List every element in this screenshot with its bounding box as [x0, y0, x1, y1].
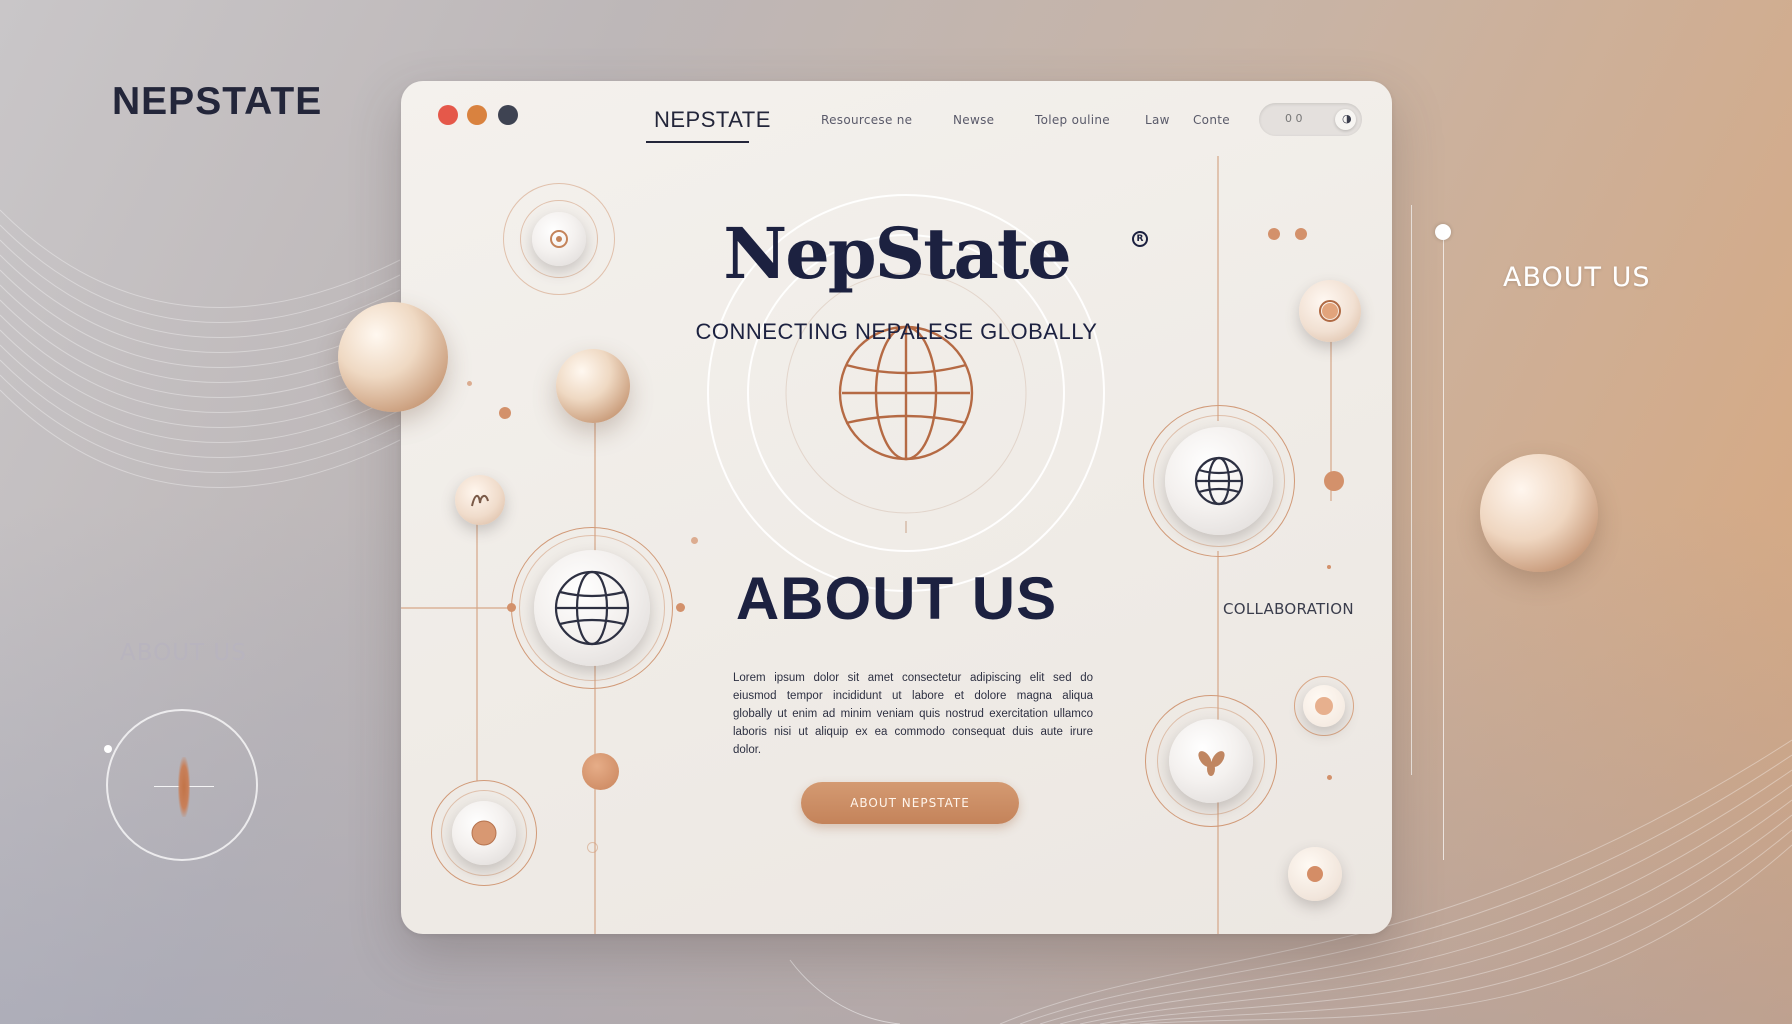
background-brand: NEPSTATE	[112, 80, 323, 123]
decor-dot	[1435, 224, 1451, 240]
decor-dot	[507, 603, 516, 612]
signature-node[interactable]	[455, 475, 505, 525]
compass-node[interactable]	[532, 212, 586, 266]
decor-dot	[691, 537, 698, 544]
browser-window: NEPSTATE Resourcese ne Newse Tolep oulin…	[401, 81, 1392, 934]
background-about-label-left: ABOUT US	[120, 640, 247, 666]
leaf-node[interactable]	[1169, 719, 1253, 803]
pin-node[interactable]	[1288, 847, 1342, 901]
pin-icon	[1307, 866, 1323, 882]
decor-dot	[1327, 775, 1332, 780]
globe-node-left[interactable]	[534, 550, 650, 666]
globe-icon	[1194, 456, 1244, 506]
nav-link-news[interactable]: Newse	[953, 113, 994, 127]
signature-icon	[471, 494, 489, 507]
decor-sphere	[1480, 454, 1598, 572]
decor-dot	[1295, 228, 1307, 240]
window-close-button[interactable]	[438, 105, 458, 125]
nav-link-contact[interactable]: Conte	[1193, 113, 1230, 127]
leaf-icon	[1198, 751, 1225, 776]
toggle-knob: ◑	[1335, 109, 1356, 130]
window-maximize-button[interactable]	[498, 105, 518, 125]
decor-sphere	[582, 753, 619, 790]
about-body-text: Lorem ipsum dolor sit amet consectetur a…	[733, 672, 1093, 756]
nav-brand[interactable]: NEPSTATE	[654, 107, 771, 133]
toggle-label: 0 0	[1285, 112, 1303, 125]
nav-link-topline[interactable]: Tolep ouline	[1035, 113, 1110, 127]
pin-icon	[1315, 697, 1333, 715]
pin-node[interactable]	[452, 801, 516, 865]
globe-icon	[554, 570, 630, 646]
pin-icon	[178, 757, 190, 817]
decor-dot	[1327, 565, 1331, 569]
decor-dot	[1268, 228, 1280, 240]
decor-dot	[499, 407, 511, 419]
background-about-label-right: ABOUT US	[1503, 262, 1651, 293]
about-cta-button[interactable]: ABOUT NEPSTATE	[801, 782, 1019, 824]
decor-sphere	[556, 349, 630, 423]
decor-ring	[587, 842, 598, 853]
pin-node[interactable]	[1299, 280, 1361, 342]
pin-node[interactable]	[1303, 685, 1345, 727]
globe-icon	[838, 325, 974, 461]
nav-active-indicator	[646, 141, 749, 143]
nav-link-resources[interactable]: Resourcese ne	[821, 113, 912, 127]
compass-icon	[550, 230, 568, 248]
decor-line	[1443, 240, 1444, 860]
window-minimize-button[interactable]	[467, 105, 487, 125]
hero-subtitle: CONNECTING NEPALESE GLOBALLY	[695, 319, 1098, 344]
decor-line	[1411, 205, 1412, 775]
decor-dot	[676, 603, 685, 612]
nav-link-law[interactable]: Law	[1145, 113, 1170, 127]
collaboration-label[interactable]: COLLABORATION	[1223, 600, 1354, 618]
globe-node-right[interactable]	[1165, 427, 1273, 535]
decor-dot	[1324, 471, 1344, 491]
decor-ring	[104, 709, 258, 861]
decor-sphere	[338, 302, 448, 412]
registered-mark: R	[1132, 231, 1148, 247]
moon-icon: ◑	[1342, 112, 1352, 125]
theme-toggle[interactable]: 0 0 ◑	[1259, 103, 1362, 136]
pin-icon	[471, 820, 497, 846]
pin-icon	[1319, 300, 1341, 322]
decor-dot	[467, 381, 472, 386]
